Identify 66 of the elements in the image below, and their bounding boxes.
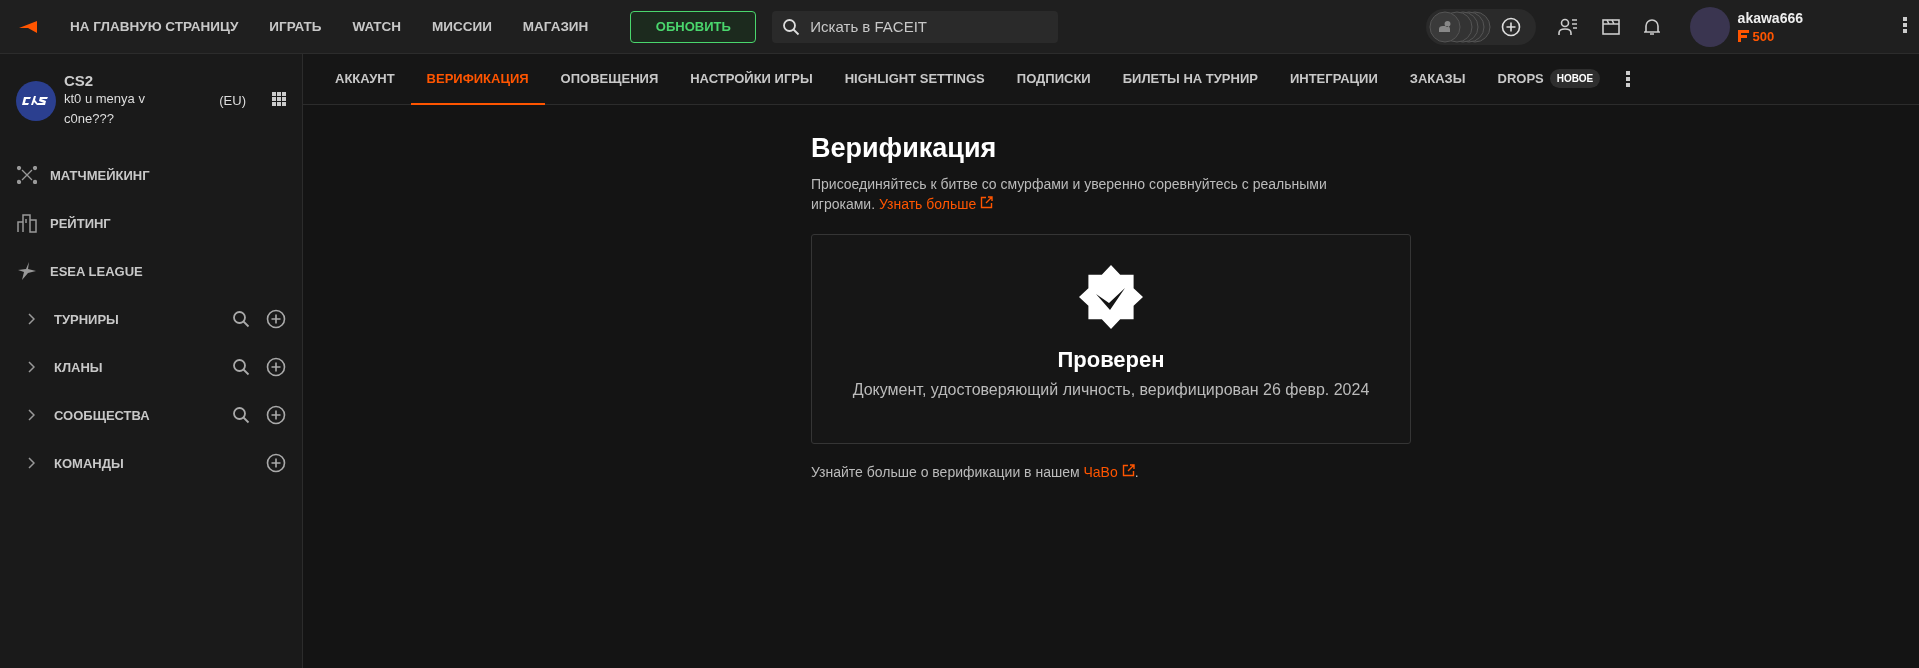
- settings-tab[interactable]: ПОДПИСКИ: [1000, 54, 1107, 105]
- region-label: (EU): [219, 93, 246, 108]
- team-name[interactable]: kt0 u menya v c0ne???: [64, 89, 179, 129]
- sidebar-item[interactable]: ТУРНИРЫ: [54, 311, 220, 327]
- points-icon: [1737, 30, 1749, 42]
- nav-link[interactable]: ИГРАТЬ: [269, 19, 322, 34]
- logo-icon[interactable]: [18, 19, 38, 34]
- chevron-icon[interactable]: [27, 457, 35, 469]
- nav-link[interactable]: WATCH: [352, 19, 401, 34]
- podium-icon: [17, 213, 37, 233]
- external-link-icon: [980, 196, 994, 209]
- crossed-dots-icon: [17, 166, 37, 184]
- nav-link[interactable]: МАГАЗИН: [522, 19, 589, 34]
- settings-tab[interactable]: ОПОВЕЩЕНИЯ: [544, 54, 675, 105]
- add-icon[interactable]: [266, 309, 286, 329]
- search-icon[interactable]: [232, 358, 250, 376]
- sidebar-item[interactable]: СООБЩЕСТВА: [54, 407, 220, 423]
- external-link-icon: [1121, 464, 1135, 477]
- notifications-icon[interactable]: [1643, 17, 1660, 36]
- game-logo[interactable]: [16, 80, 56, 121]
- sidebar-item[interactable]: КЛАНЫ: [54, 359, 220, 375]
- search-icon[interactable]: [232, 406, 250, 424]
- add-icon[interactable]: [266, 405, 286, 425]
- username[interactable]: akawa666: [1737, 9, 1803, 26]
- settings-tab[interactable]: БИЛЕТЫ НА ТУРНИР: [1106, 54, 1274, 105]
- game-emblem-icon: [22, 94, 50, 107]
- add-icon[interactable]: [266, 453, 286, 473]
- settings-tab[interactable]: HIGHLIGHT SETTINGS: [828, 54, 1001, 105]
- page-title: Верификация: [811, 133, 998, 164]
- game-title: CS2: [64, 72, 95, 89]
- chevron-icon[interactable]: [27, 361, 35, 373]
- points-balance: 500: [1752, 28, 1775, 44]
- sidebar-item[interactable]: РЕЙТИНГ: [50, 215, 274, 231]
- star-icon: [17, 261, 37, 281]
- add-icon[interactable]: [266, 357, 286, 377]
- verified-badge-icon: [1079, 265, 1143, 329]
- sidebar-item[interactable]: КОМАНДЫ: [54, 455, 254, 471]
- search-icon: [782, 17, 801, 36]
- chevron-icon[interactable]: [27, 409, 35, 421]
- search-field[interactable]: Искать в FACEIT: [772, 10, 1059, 43]
- settings-tab[interactable]: НАСТРОЙКИ ИГРЫ: [674, 54, 829, 105]
- learn-more-link[interactable]: Узнать больше: [878, 196, 994, 212]
- settings-tab[interactable]: ВЕРИФИКАЦИЯ: [410, 54, 545, 105]
- party-slots-icon[interactable]: [1428, 10, 1491, 43]
- search-icon[interactable]: [232, 310, 250, 328]
- chevron-icon[interactable]: [27, 313, 35, 325]
- faq-link[interactable]: ЧаВо: [1083, 464, 1135, 480]
- grid-menu-icon[interactable]: [272, 91, 286, 106]
- settings-tab[interactable]: DROPS НОВОЕ: [1481, 54, 1617, 105]
- settings-tab[interactable]: ИНТЕГРАЦИИ: [1273, 54, 1394, 105]
- clapperboard-icon[interactable]: [1601, 18, 1620, 35]
- settings-tab[interactable]: АККАУНТ: [319, 54, 411, 105]
- description-text: Присоединяйтесь к битве со смурфами и уверенно соревнуйтесь с реальными игроками. Узнать больше: [811, 175, 1328, 214]
- friends-icon[interactable]: [1557, 17, 1578, 36]
- update-button[interactable]: ОБНОВИТЬ: [630, 10, 757, 43]
- nav-link[interactable]: МИССИИ: [432, 19, 492, 34]
- more-icon[interactable]: [1903, 16, 1907, 33]
- status-detail: Документ, удостоверяющий личность, верифицирован 26 февр. 2024: [852, 381, 1370, 399]
- new-badge: НОВОЕ: [1549, 69, 1601, 88]
- more-icon[interactable]: [1626, 71, 1631, 87]
- sidebar-item[interactable]: ESEA LEAGUE: [50, 263, 274, 279]
- settings-tab[interactable]: ЗАКАЗЫ: [1393, 54, 1482, 105]
- sidebar-item[interactable]: МАТЧМЕЙКИНГ: [50, 167, 274, 183]
- nav-link[interactable]: НА ГЛАВНУЮ СТРАНИЦУ: [70, 19, 239, 34]
- faq-text: Узнайте больше о верификации в нашем ЧаВо .: [811, 464, 1140, 480]
- status-title: Проверен: [1057, 347, 1165, 373]
